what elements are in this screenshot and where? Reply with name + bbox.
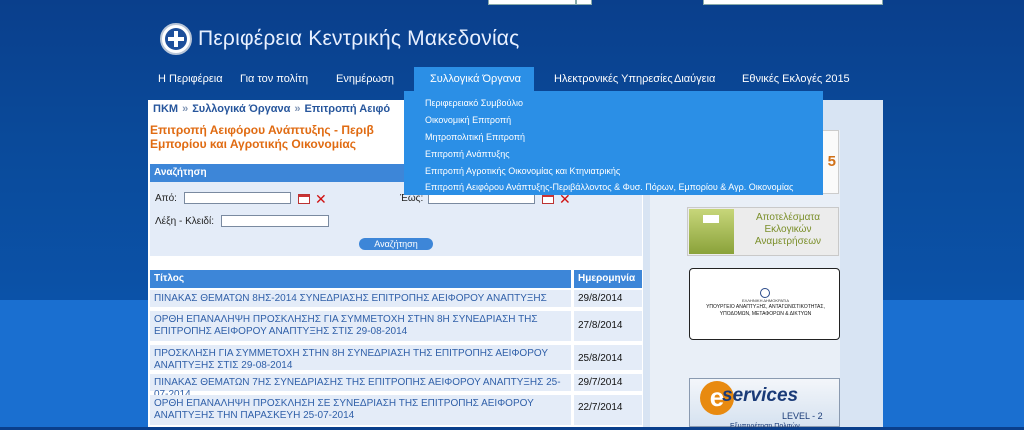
election-results-text: Αποτελέσματα Εκλογικών Αναμετρήσεων — [754, 212, 822, 247]
table-row-date: 25/8/2014 — [574, 345, 642, 372]
greek-emblem-icon — [760, 288, 770, 298]
menu-item-financial-committee[interactable]: Οικονομική Επιτροπή — [425, 115, 511, 125]
nav-item-diavgeia[interactable]: Διαύγεια — [674, 67, 742, 91]
collective-bodies-dropdown: Περιφερειακό Συμβούλιο Οικονομική Επιτρο… — [404, 91, 823, 195]
ministry-small-text: ΕΛΛΗΝΙΚΗ ΔΗΜΟΚΡΑΤΙΑ — [742, 298, 789, 303]
from-clear-icon[interactable]: ✕ — [315, 192, 327, 206]
column-header-date[interactable]: Ημερομηνία — [574, 270, 642, 288]
breadcrumb: ΠΚΜ» Συλλογικά Όργανα» Επιτροπή Αειφό — [153, 103, 390, 115]
menu-item-agricultural-committee[interactable]: Επιτροπή Αγροτικής Οικονομίας και Κτηνια… — [425, 166, 620, 176]
nav-item-citizen[interactable]: Για τον πολίτη — [240, 67, 336, 91]
top-banner-number: 5 — [827, 153, 836, 170]
top-strip — [0, 0, 1024, 5]
table-row-date: 22/7/2014 — [574, 395, 642, 427]
table-row-date: 29/7/2014 — [574, 374, 642, 393]
ministry-banner[interactable]: ΕΛΛΗΝΙΚΗ ΔΗΜΟΚΡΑΤΙΑ ΥΠΟΥΡΓΕΙΟ ΑΝΑΠΤΥΞΗΣ,… — [689, 268, 840, 340]
from-label: Από: — [155, 193, 177, 204]
site-title[interactable]: Περιφέρεια Κεντρικής Μακεδονίας — [198, 27, 519, 51]
page-title: Επιτροπή Αειφόρου Ανάπτυξης - Περιβ Εμπο… — [150, 123, 374, 151]
from-calendar-icon[interactable] — [298, 194, 310, 204]
eservices-banner[interactable]: e services LEVEL - 2 Εξυπηρέτηση Πολιτών — [689, 378, 840, 430]
breadcrumb-current[interactable]: Επιτροπή Αειφό — [305, 103, 391, 115]
table-row-date: 27/8/2014 — [574, 311, 642, 343]
menu-item-metropolitan-committee[interactable]: Μητροπολιτική Επιτροπή — [425, 132, 525, 142]
keyword-field[interactable] — [221, 215, 329, 227]
eservices-title: services — [722, 385, 799, 406]
top-field[interactable] — [703, 0, 883, 5]
menu-item-regional-council[interactable]: Περιφερειακό Συμβούλιο — [425, 98, 523, 108]
ballot-box-icon — [689, 209, 734, 254]
nav-item-news[interactable]: Ενημέρωση — [336, 67, 414, 91]
keyword-label: Λέξη - Κλειδί: — [155, 216, 214, 227]
election-results-banner[interactable]: Αποτελέσματα Εκλογικών Αναμετρήσεων — [687, 207, 839, 256]
nav-item-elections-2015[interactable]: Εθνικές Εκλογές 2015 — [742, 67, 852, 91]
ministry-text: ΥΠΟΥΡΓΕΙΟ ΑΝΑΠΤΥΞΗΣ, ΑΝΤΑΓΩΝΙΣΤΙΚΟΤΗΤΑΣ,… — [706, 304, 825, 317]
main-nav: Η Περιφέρεια Για τον πολίτη Ενημέρωση Συ… — [148, 67, 852, 91]
top-search-input[interactable] — [488, 0, 576, 5]
table-row-title[interactable]: ΟΡΘΗ ΕΠΑΝΑΛΗΨΗ ΠΡΟΣΚΛΗΣΗΣ ΓΙΑ ΣΥΜΜΕΤΟΧΗ … — [150, 311, 571, 343]
table-row-title[interactable]: ΠΙΝΑΚΑΣ ΘΕΜΑΤΩΝ 7ΗΣ ΣΥΝΕΔΡΙΑΣΗΣ ΤΗΣ ΕΠΙΤ… — [150, 374, 571, 400]
nav-item-eservices[interactable]: Ηλεκτρονικές Υπηρεσίες — [534, 67, 674, 91]
search-button[interactable]: Αναζήτηση — [359, 238, 433, 250]
eservices-level: LEVEL - 2 — [782, 411, 823, 421]
breadcrumb-collective-bodies[interactable]: Συλλογικά Όργανα — [192, 103, 290, 115]
breadcrumb-separator: » — [182, 103, 189, 115]
nav-item-region[interactable]: Η Περιφέρεια — [148, 67, 240, 91]
breadcrumb-home[interactable]: ΠΚΜ — [153, 103, 178, 115]
breadcrumb-separator: » — [294, 103, 301, 115]
to-calendar-icon[interactable] — [542, 194, 554, 204]
table-row-date: 29/8/2014 — [574, 290, 642, 309]
from-date-field[interactable] — [184, 192, 291, 204]
table-row-title[interactable]: ΠΙΝΑΚΑΣ ΘΕΜΑΤΩΝ 8ΗΣ-2014 ΣΥΝΕΔΡΙΑΣΗΣ ΕΠΙ… — [150, 290, 571, 309]
table-row-title[interactable]: ΠΡΟΣΚΛΗΣΗ ΓΙΑ ΣΥΜΜΕΤΟΧΗ ΣΤΗΝ 8Η ΣΥΝΕΔΡΙΑ… — [150, 345, 571, 372]
menu-item-sustainable-development-committee[interactable]: Επιτροπή Αειφόρου Ανάπτυξης-Περιβάλλοντο… — [425, 182, 793, 192]
top-search-button[interactable] — [576, 0, 592, 5]
region-logo-icon[interactable] — [160, 23, 192, 55]
column-header-title[interactable]: Τίτλος — [150, 270, 571, 288]
nav-item-collective-bodies[interactable]: Συλλογικά Όργανα — [414, 67, 534, 91]
menu-item-development-committee[interactable]: Επιτροπή Ανάπτυξης — [425, 149, 510, 159]
table-row-title[interactable]: ΟΡΘΗ ΕΠΑΝΑΛΗΨΗ ΠΡΟΣΚΛΗΣΗ ΣΕ ΣΥΝΕΔΡΙΑΣΗ Τ… — [150, 395, 571, 427]
